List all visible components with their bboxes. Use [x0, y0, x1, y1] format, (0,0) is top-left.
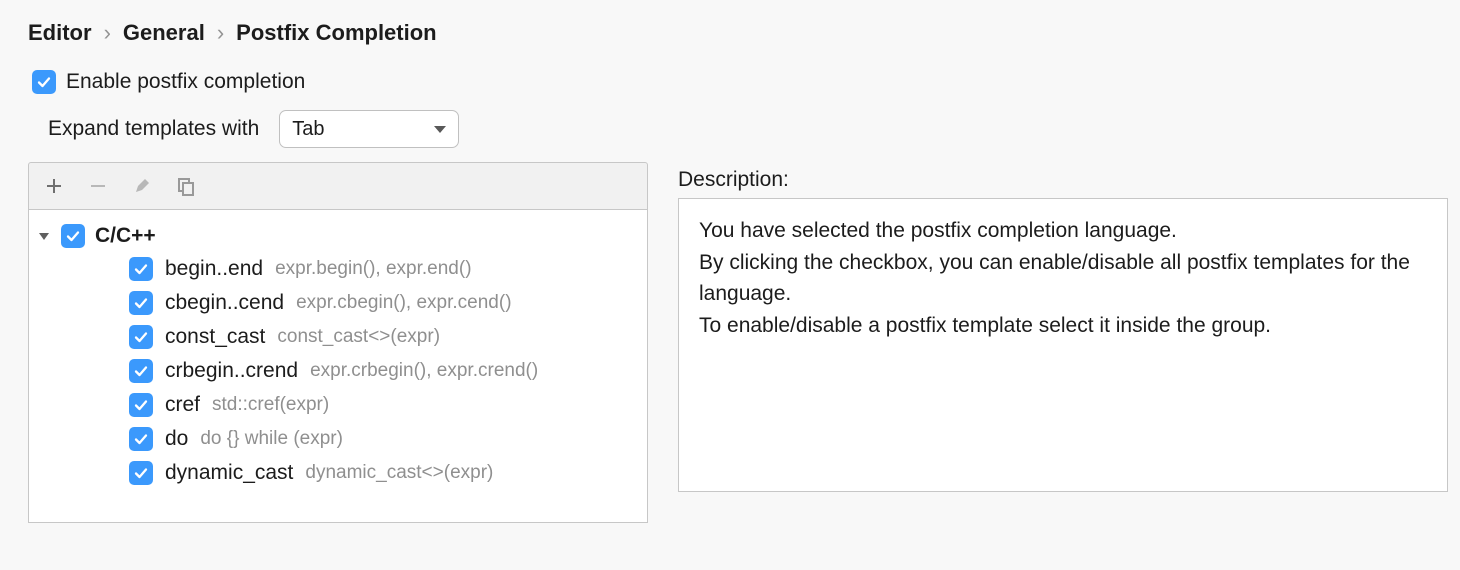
- minus-icon: [89, 177, 107, 195]
- template-name: const_cast: [165, 325, 265, 349]
- group-label-cpp: C/C++: [95, 224, 156, 248]
- template-hint: expr.crbegin(), expr.crend(): [310, 360, 538, 382]
- template-hint: expr.cbegin(), expr.cend(): [296, 292, 511, 314]
- template-name: do: [165, 427, 188, 451]
- template-hint: dynamic_cast<>(expr): [305, 462, 493, 484]
- group-row-cpp[interactable]: C/C++: [29, 220, 647, 252]
- template-checkbox[interactable]: [129, 461, 153, 485]
- template-row[interactable]: crbegin..crend expr.crbegin(), expr.crend…: [29, 354, 647, 388]
- breadcrumb: Editor › General › Postfix Completion: [28, 20, 1432, 46]
- checkmark-icon: [133, 397, 149, 413]
- checkmark-icon: [133, 261, 149, 277]
- enable-postfix-checkbox[interactable]: [32, 70, 56, 94]
- template-row[interactable]: do do {} while (expr): [29, 422, 647, 456]
- template-name: crbegin..crend: [165, 359, 298, 383]
- checkmark-icon: [36, 74, 52, 90]
- group-checkbox-cpp[interactable]: [61, 224, 85, 248]
- add-button[interactable]: [43, 175, 65, 197]
- template-checkbox[interactable]: [129, 359, 153, 383]
- template-name: cref: [165, 393, 200, 417]
- enable-postfix-row: Enable postfix completion: [28, 70, 1432, 94]
- template-row[interactable]: begin..end expr.begin(), expr.end(): [29, 252, 647, 286]
- breadcrumb-item-current: Postfix Completion: [236, 20, 436, 46]
- chevron-right-icon: ›: [217, 20, 224, 46]
- duplicate-button[interactable]: [175, 175, 197, 197]
- template-checkbox[interactable]: [129, 257, 153, 281]
- checkmark-icon: [133, 295, 149, 311]
- expand-templates-label: Expand templates with: [48, 117, 259, 141]
- template-checkbox[interactable]: [129, 325, 153, 349]
- template-checkbox[interactable]: [129, 291, 153, 315]
- breadcrumb-item-editor[interactable]: Editor: [28, 20, 92, 46]
- expand-templates-row: Expand templates with Tab: [28, 110, 1432, 148]
- expand-templates-select[interactable]: Tab: [279, 110, 459, 148]
- template-checkbox[interactable]: [129, 393, 153, 417]
- templates-toolbar: [28, 162, 648, 210]
- template-row[interactable]: cbegin..cend expr.cbegin(), expr.cend(): [29, 286, 647, 320]
- template-hint: std::cref(expr): [212, 394, 329, 416]
- templates-tree[interactable]: C/C++ begin..end expr.begin(), expr.end()…: [28, 210, 648, 523]
- template-name: dynamic_cast: [165, 461, 293, 485]
- template-name: cbegin..cend: [165, 291, 284, 315]
- plus-icon: [45, 177, 63, 195]
- pencil-icon: [133, 177, 151, 195]
- checkmark-icon: [133, 329, 149, 345]
- template-row[interactable]: cref std::cref(expr): [29, 388, 647, 422]
- template-row[interactable]: dynamic_cast dynamic_cast<>(expr): [29, 456, 647, 490]
- description-box: You have selected the postfix completion…: [678, 198, 1448, 492]
- checkmark-icon: [65, 228, 81, 244]
- chevron-right-icon: ›: [104, 20, 111, 46]
- template-hint: const_cast<>(expr): [277, 326, 440, 348]
- remove-button[interactable]: [87, 175, 109, 197]
- chevron-down-icon: [39, 233, 49, 240]
- template-name: begin..end: [165, 257, 263, 281]
- copy-icon: [176, 176, 196, 196]
- enable-postfix-label: Enable postfix completion: [66, 70, 305, 94]
- edit-button[interactable]: [131, 175, 153, 197]
- description-label: Description:: [678, 168, 1448, 192]
- chevron-down-icon: [434, 126, 446, 133]
- template-row[interactable]: const_cast const_cast<>(expr): [29, 320, 647, 354]
- expand-templates-value: Tab: [292, 118, 324, 141]
- checkmark-icon: [133, 431, 149, 447]
- checkmark-icon: [133, 465, 149, 481]
- template-checkbox[interactable]: [129, 427, 153, 451]
- checkmark-icon: [133, 363, 149, 379]
- breadcrumb-item-general[interactable]: General: [123, 20, 205, 46]
- template-hint: do {} while (expr): [200, 428, 343, 450]
- template-hint: expr.begin(), expr.end(): [275, 258, 471, 280]
